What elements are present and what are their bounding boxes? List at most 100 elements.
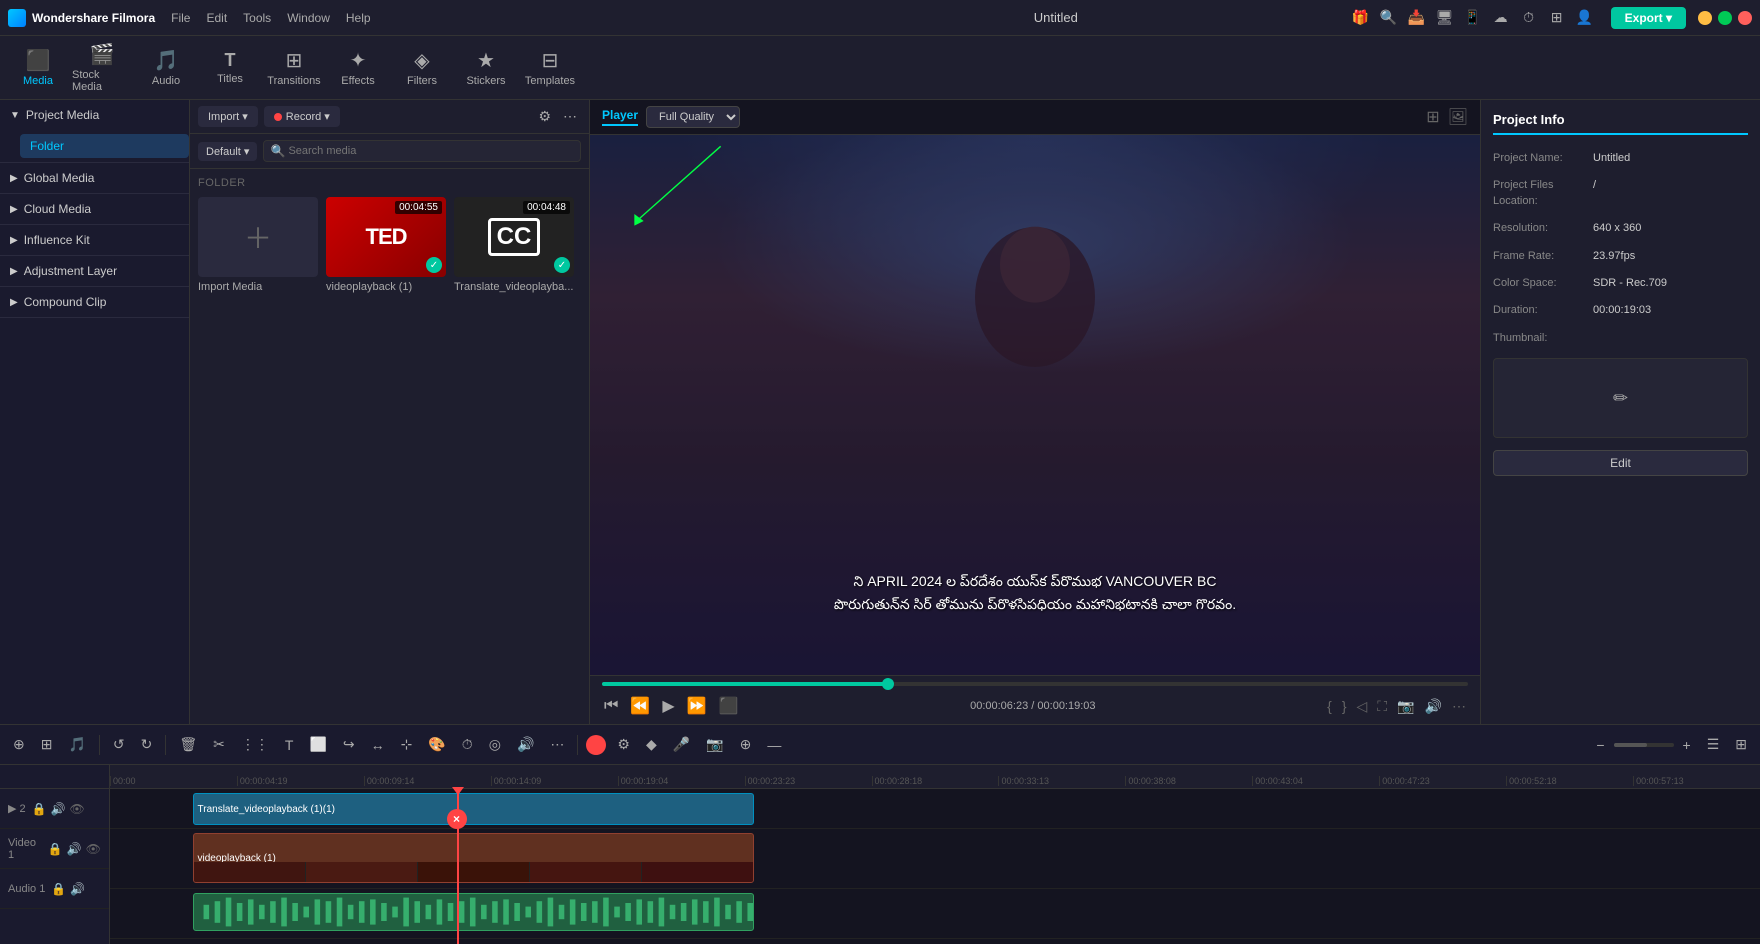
grid-preview-icon[interactable]: ⊞ <box>1426 107 1439 127</box>
tool-titles[interactable]: T Titles <box>200 40 260 96</box>
more-tl-button[interactable]: ⋯ <box>545 733 569 756</box>
audio-track-button[interactable]: 🎵 <box>63 733 90 756</box>
mic-button[interactable]: 🎤 <box>668 733 695 756</box>
v1-sound[interactable]: 🔊 <box>67 842 82 856</box>
flip-button[interactable]: ↔ <box>366 734 390 756</box>
close-button[interactable] <box>1738 11 1752 25</box>
compound-clip-header[interactable]: ▶ Compound Clip <box>0 287 189 317</box>
split-button[interactable]: ✂ <box>208 733 230 756</box>
search-input[interactable] <box>263 140 581 162</box>
player-tab[interactable]: Player <box>602 108 638 126</box>
cam-button[interactable]: 📷 <box>701 733 728 756</box>
quality-select[interactable]: Full Quality <box>646 106 740 128</box>
ai-button[interactable]: ⊕ <box>735 733 757 756</box>
transform-button[interactable]: ⊹ <box>396 733 418 756</box>
cc-video-card[interactable]: CC 00:04:48 ✓ Translate_videoplayba... <box>454 197 574 293</box>
a1-lock[interactable]: 🔒 <box>51 882 66 896</box>
prev-frame-button[interactable]: ◁ <box>1355 696 1370 717</box>
list-view-button[interactable]: ☰ <box>1702 733 1725 756</box>
volume-button[interactable]: 🔊 <box>1423 696 1444 717</box>
gift-icon[interactable]: 🎁 <box>1351 8 1371 28</box>
screen-icon[interactable]: 🖥 <box>1435 8 1455 28</box>
export-button[interactable]: Export ▾ <box>1611 7 1686 29</box>
global-media-header[interactable]: ▶ Global Media <box>0 163 189 193</box>
record-button[interactable]: Record ▾ <box>264 106 340 127</box>
fullscreen-button[interactable]: ⛶ <box>1375 696 1389 717</box>
timer-icon[interactable]: ⏱ <box>1519 8 1539 28</box>
tool-transitions[interactable]: ⊞ Transitions <box>264 40 324 96</box>
tool-templates[interactable]: ⊟ Templates <box>520 40 580 96</box>
more-button[interactable]: ⋯ <box>559 106 581 127</box>
a1-sound[interactable]: 🔊 <box>70 882 85 896</box>
v1-eye[interactable]: 👁 <box>86 842 101 856</box>
stabilize-button[interactable]: ◎ <box>484 733 506 756</box>
more-preview-button[interactable]: ⋯ <box>1450 696 1468 717</box>
cloud-media-header[interactable]: ▶ Cloud Media <box>0 194 189 224</box>
crop-button[interactable]: ⬜ <box>304 733 331 756</box>
timeline-record-button[interactable] <box>586 735 606 755</box>
snapshot-button[interactable]: 📷 <box>1395 696 1416 717</box>
speed-button[interactable]: ⏱ <box>457 733 478 756</box>
tool-audio[interactable]: 🎵 Audio <box>136 40 196 96</box>
v2-lock[interactable]: 🔒 <box>32 802 47 816</box>
clip-subtitle-v2[interactable]: Translate_videoplayback (1)(1) <box>193 793 754 825</box>
step-forward-button[interactable]: ⏩ <box>685 694 709 718</box>
delete-button[interactable]: 🗑 <box>174 733 202 756</box>
menu-file[interactable]: File <box>171 11 190 25</box>
mark-out-button[interactable]: } <box>1340 696 1349 717</box>
grid-view-button[interactable]: ⊞ <box>1730 733 1752 756</box>
sort-button[interactable]: Default ▾ <box>198 142 257 161</box>
tool-stickers[interactable]: ★ Stickers <box>456 40 516 96</box>
import-button[interactable]: Import ▾ <box>198 106 258 127</box>
ted-video-card[interactable]: TED 00:04:55 ✓ videoplayback (1) <box>326 197 446 293</box>
import-icon[interactable]: 📥 <box>1407 8 1427 28</box>
rotate-button[interactable]: ↪ <box>338 733 360 756</box>
pencil-icon[interactable]: ✏ <box>1613 388 1628 409</box>
silence-button[interactable]: — <box>762 734 786 756</box>
marker-button[interactable]: ◆ <box>641 733 662 756</box>
menu-window[interactable]: Window <box>287 11 330 25</box>
zoom-minus[interactable]: − <box>1591 734 1609 756</box>
tool-media[interactable]: ⬛ Media <box>8 40 68 96</box>
color-button[interactable]: 🎨 <box>423 733 450 756</box>
audio-adj-button[interactable]: 🔊 <box>512 733 539 756</box>
clip-video-v1[interactable]: videoplayback (1) <box>193 833 754 883</box>
mark-in-button[interactable]: { <box>1325 696 1334 717</box>
adjustment-layer-header[interactable]: ▶ Adjustment Layer <box>0 256 189 286</box>
razor-button[interactable]: ⋮⋮ <box>236 733 274 756</box>
step-back-button[interactable]: ⏪ <box>628 694 652 718</box>
progress-bar[interactable] <box>602 682 1468 686</box>
cloud-icon[interactable]: ☁ <box>1491 8 1511 28</box>
influence-kit-header[interactable]: ▶ Influence Kit <box>0 225 189 255</box>
play-button[interactable]: ▶ <box>660 694 676 718</box>
photo-icon[interactable]: 🖼 <box>1448 107 1468 127</box>
menu-help[interactable]: Help <box>346 11 371 25</box>
add-track-button[interactable]: ⊕ <box>8 733 30 756</box>
track-row-v1[interactable]: videoplayback (1) <box>110 829 1760 889</box>
menu-tools[interactable]: Tools <box>243 11 271 25</box>
track-row-a1[interactable] <box>110 889 1760 939</box>
project-media-header[interactable]: ▼ Project Media <box>0 100 189 130</box>
grid-icon[interactable]: ⊞ <box>1547 8 1567 28</box>
import-media-card[interactable]: ＋ Import Media <box>198 197 318 293</box>
tool-stock[interactable]: 🎬 Stock Media <box>72 40 132 96</box>
clip-audio-a1[interactable] <box>193 893 754 931</box>
redo-button[interactable]: ↻ <box>136 733 158 756</box>
track-row-v2[interactable]: Translate_videoplayback (1)(1) <box>110 789 1760 829</box>
filter-button[interactable]: ⚙ <box>534 106 555 127</box>
zoom-plus[interactable]: + <box>1678 734 1696 756</box>
undo-button[interactable]: ↺ <box>108 733 130 756</box>
toggle-track-button[interactable]: ⊞ <box>36 733 58 756</box>
folder-item[interactable]: Folder <box>20 134 189 158</box>
maximize-button[interactable] <box>1718 11 1732 25</box>
settings-button[interactable]: ⚙ <box>612 733 635 756</box>
tool-filters[interactable]: ◈ Filters <box>392 40 452 96</box>
stop-button[interactable]: ⬛ <box>717 694 741 718</box>
device-icon[interactable]: 📱 <box>1463 8 1483 28</box>
edit-button[interactable]: Edit <box>1493 450 1748 476</box>
v2-sound[interactable]: 🔊 <box>51 802 66 816</box>
user-icon[interactable]: 👤 <box>1575 8 1595 28</box>
minimize-button[interactable] <box>1698 11 1712 25</box>
v1-lock[interactable]: 🔒 <box>48 842 63 856</box>
skip-back-button[interactable]: ⏮ <box>602 695 620 717</box>
